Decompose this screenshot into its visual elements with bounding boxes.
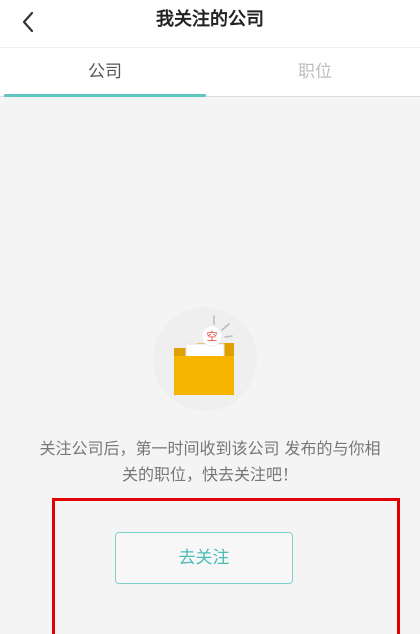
go-follow-button[interactable]: 去关注	[115, 532, 293, 584]
empty-badge-text: 空	[207, 329, 218, 343]
page-title: 我关注的公司	[156, 9, 264, 30]
empty-folder-icon: 空	[153, 307, 257, 411]
screen: 我关注的公司 公司 职位 空 关注公司后，第一时间收到该公司 发布的与你相 关的…	[0, 0, 420, 634]
tab-companies[interactable]: 公司	[0, 48, 210, 97]
empty-state-illustration: 空	[150, 304, 260, 414]
tab-positions[interactable]: 职位	[210, 48, 420, 96]
empty-state-message: 关注公司后，第一时间收到该公司 发布的与你相 关的职位，快去关注吧！	[10, 436, 410, 488]
tab-bar: 公司 职位	[0, 48, 420, 97]
header-bar: 我关注的公司	[0, 0, 420, 48]
empty-message-line-2: 关的职位，快去关注吧！	[121, 465, 298, 484]
empty-message-line-1: 关注公司后，第一时间收到该公司 发布的与你相	[39, 439, 381, 458]
